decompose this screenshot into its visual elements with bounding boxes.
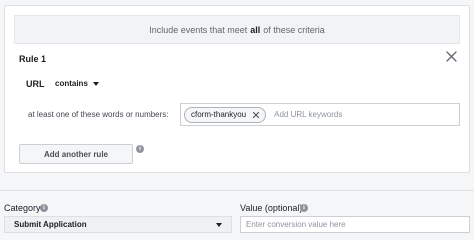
criteria-prefix: Include events that meet	[149, 24, 248, 35]
keywords-field[interactable]: cform-thankyou	[180, 103, 460, 126]
category-selected: Submit Application	[14, 220, 87, 229]
add-rule-button[interactable]: Add another rule	[19, 144, 133, 164]
divider	[0, 190, 474, 191]
x-icon[interactable]	[252, 111, 260, 119]
criteria-banner: Include events that meet all of these cr…	[14, 15, 460, 44]
info-icon: i	[136, 145, 144, 153]
caret-down-icon	[216, 222, 222, 227]
operator-value: contains	[55, 79, 88, 88]
category-label: Category	[4, 203, 41, 213]
value-label: Value (optional)	[240, 203, 303, 213]
keyword-input[interactable]	[274, 110, 425, 119]
category-label-group: Category	[4, 203, 41, 213]
info-icon: i	[300, 204, 308, 212]
value-label-group: Value (optional)	[240, 203, 302, 213]
rule-title: Rule 1	[19, 54, 47, 64]
rule-card: Include events that meet all of these cr…	[4, 5, 470, 173]
keyword-chip: cform-thankyou	[184, 106, 267, 123]
value-input[interactable]	[240, 216, 470, 233]
close-icon[interactable]	[445, 50, 458, 63]
match-label: at least one of these words or numbers:	[28, 110, 169, 119]
caret-down-icon	[92, 81, 99, 86]
criteria-emphasis: all	[250, 24, 261, 35]
category-select[interactable]: Submit Application	[4, 216, 232, 233]
criteria-suffix: of these criteria	[263, 24, 325, 35]
keyword-chip-label: cform-thankyou	[191, 110, 247, 119]
operator-dropdown[interactable]: contains	[55, 77, 99, 90]
info-icon: i	[40, 204, 48, 212]
parameter-label: URL	[26, 79, 45, 89]
